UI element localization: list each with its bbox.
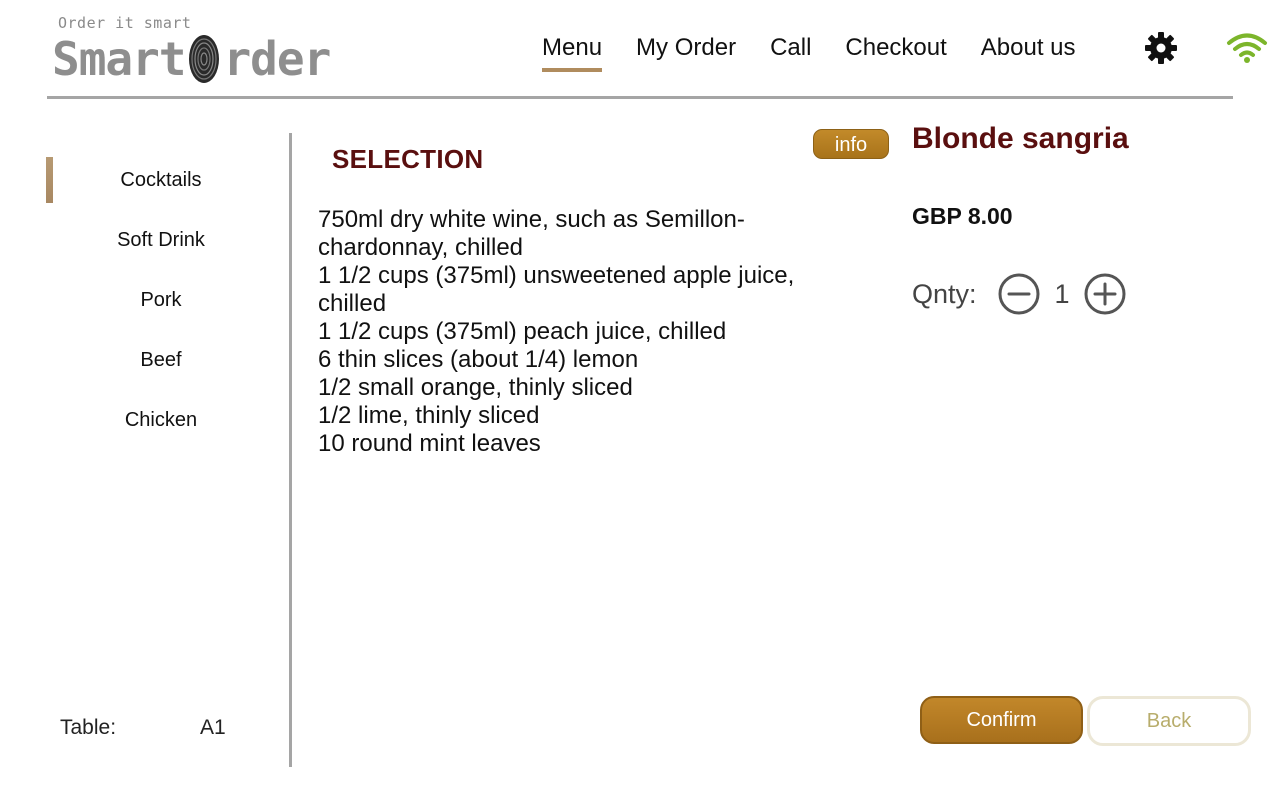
sidebar-item-beef[interactable]: Beef (46, 330, 266, 390)
table-value: A1 (200, 716, 226, 739)
back-button[interactable]: Back (1087, 696, 1251, 746)
logo-tagline: Order it smart (58, 14, 192, 32)
fingerprint-icon (189, 35, 220, 83)
plus-icon[interactable] (1084, 273, 1126, 315)
product-name: Blonde sangria (912, 122, 1129, 155)
app-logo: Order it smart Smart rder (52, 14, 342, 86)
sidebar-item-chicken[interactable]: Chicken (46, 390, 266, 450)
quantity-stepper: Qnty: 1 (912, 272, 1126, 316)
sidebar-item-soft-drink[interactable]: Soft Drink (46, 210, 266, 270)
info-button[interactable]: info (813, 129, 889, 159)
ingredient-item: 6 thin slices (about 1/4) lemon (318, 346, 639, 373)
sidebar-item-pork[interactable]: Pork (46, 270, 266, 330)
ingredient-item: 1 1/2 cups (375ml) peach juice, chilled (318, 318, 727, 345)
nav-call[interactable]: Call (770, 34, 811, 70)
ingredient-item: 1 1/2 cups (375ml) unsweetened apple jui… (318, 262, 795, 317)
wifi-icon (1227, 33, 1267, 63)
logo-word-rder: rder (223, 32, 331, 86)
ingredient-item: 10 round mint leaves (318, 430, 541, 457)
nav-menu[interactable]: Menu (542, 34, 603, 72)
table-label: Table: (60, 716, 117, 739)
ingredient-item: 750ml dry white wine, such as Semillon-c… (318, 206, 745, 261)
nav-about-us[interactable]: About us (981, 34, 1076, 70)
logo-word-smart: Smart (52, 32, 186, 86)
confirm-button[interactable]: Confirm (920, 696, 1083, 744)
header-divider (47, 96, 1233, 99)
minus-icon[interactable] (998, 273, 1040, 315)
nav-checkout[interactable]: Checkout (845, 34, 946, 70)
section-title: SELECTION (332, 144, 484, 174)
gear-icon[interactable] (1143, 30, 1179, 66)
product-price: GBP 8.00 (912, 203, 1013, 229)
ingredient-item: 1/2 lime, thinly sliced (318, 402, 540, 429)
sidebar-item-cocktails[interactable]: Cocktails (46, 150, 266, 210)
sidebar-divider (289, 133, 292, 767)
nav-my-order[interactable]: My Order (636, 34, 736, 70)
quantity-value: 1 (1054, 278, 1070, 309)
category-sidebar: Cocktails Soft Drink Pork Beef Chicken (46, 150, 266, 450)
main-nav: Menu My Order Call Checkout About us (542, 34, 1076, 72)
ingredients-list: 750ml dry white wine, such as Semillon-c… (318, 206, 818, 458)
quantity-label: Qnty: (912, 278, 977, 309)
logo-wordmark: Smart rder (52, 32, 331, 86)
ingredient-item: 1/2 small orange, thinly sliced (318, 374, 633, 401)
